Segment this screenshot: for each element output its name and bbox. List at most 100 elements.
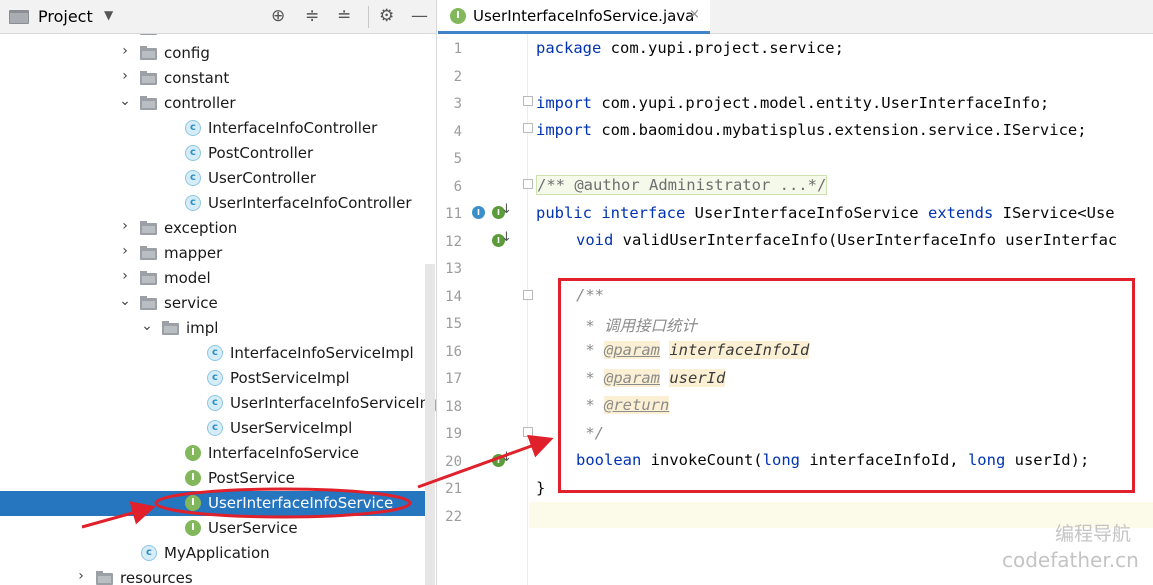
toolbar-divider (368, 6, 369, 28)
tree-item-label: exception (164, 219, 238, 237)
tree-item[interactable]: › config (0, 41, 426, 66)
fold-marker-icon[interactable] (523, 123, 533, 133)
tree-item[interactable]: ⌄ impl (0, 316, 426, 341)
tree-item-label: service (164, 294, 218, 312)
tree-item[interactable]: ⌄ controller (0, 91, 426, 116)
down-arrow-icon[interactable]: ↓ (501, 202, 512, 217)
line-number: 2 (453, 68, 462, 85)
folder-icon (140, 96, 157, 110)
tree-item-label: controller (164, 94, 236, 112)
tree-item[interactable]: c UserInterfaceInfoController (0, 191, 426, 216)
code-text: IService<Use (993, 204, 1115, 222)
tree-item-label: InterfaceInfoServiceImpl (230, 344, 414, 362)
line-number: 1 (453, 41, 462, 57)
tree-item[interactable]: c InterfaceInfoServiceImpl (0, 341, 426, 366)
tree-item[interactable]: c UserServiceImpl (0, 416, 426, 441)
tree-item[interactable]: › resources (0, 566, 426, 585)
keyword: extends (927, 204, 994, 222)
collapsed-arrow-icon[interactable]: › (118, 218, 132, 234)
collapsed-arrow-icon[interactable]: › (118, 43, 132, 59)
tree-item[interactable]: › mapper (0, 241, 426, 266)
expanded-arrow-icon[interactable]: ⌄ (118, 293, 132, 309)
tree-item-label: InterfaceInfoService (208, 444, 359, 462)
tree-item-label: PostController (208, 144, 314, 162)
locate-icon[interactable]: ⊕ (271, 6, 285, 26)
gear-icon[interactable]: ⚙ (379, 6, 394, 26)
collapsed-arrow-icon[interactable]: › (74, 568, 88, 584)
minimize-icon[interactable]: — (411, 6, 428, 26)
editor-gutter: 1 2 3 4 5 6 11 12 13 14 15 16 17 18 19 20 21 22 I I ↓ I ↓… (438, 34, 533, 585)
project-view-dropdown-icon[interactable]: ▼ (104, 8, 113, 22)
code-text: } (536, 479, 546, 497)
project-folder-icon (9, 10, 29, 24)
collapsed-arrow-icon[interactable]: › (118, 243, 132, 259)
tree-item-label: InterfaceInfoController (208, 119, 378, 137)
line-number: 13 (445, 261, 462, 277)
class-icon: c (207, 370, 223, 386)
line-number: 19 (445, 426, 462, 442)
editor-tab-bar: I UserInterfaceInfoService.java × (438, 0, 1153, 34)
collapse-all-icon[interactable]: ≐ (337, 6, 351, 26)
line-number: 18 (445, 398, 462, 415)
class-icon: c (207, 395, 223, 411)
tree-item-label: mapper (164, 244, 223, 262)
implemented-icon[interactable]: I (472, 206, 485, 219)
tree-item[interactable]: c PostServiceImpl (0, 366, 426, 391)
project-panel: ›common›config›constant⌄controllercInter… (0, 0, 437, 585)
collapsed-arrow-icon[interactable]: › (118, 268, 132, 284)
folder-icon (140, 46, 157, 60)
expanded-arrow-icon[interactable]: ⌄ (118, 93, 132, 109)
code-line: public interface UserInterfaceInfoServic… (536, 204, 1115, 222)
tree-item[interactable]: › exception (0, 216, 426, 241)
tree-item[interactable]: c UserController (0, 166, 426, 191)
class-icon: c (185, 170, 201, 186)
expanded-arrow-icon[interactable]: ⌄ (140, 318, 154, 334)
close-icon[interactable]: × (689, 7, 700, 22)
line-number: 15 (445, 316, 462, 332)
tab-userinterfaceinfoservice[interactable]: I UserInterfaceInfoService.java × (438, 0, 710, 34)
tree-item[interactable]: › model (0, 266, 426, 291)
tree-item-label: resources (120, 569, 193, 585)
code-line: void validUserInterfaceInfo(UserInterfac… (576, 231, 1117, 249)
folder-icon (162, 321, 179, 335)
line-number: 3 (453, 96, 462, 112)
fold-marker-icon[interactable] (523, 290, 533, 300)
tree-item[interactable]: I InterfaceInfoService (0, 441, 426, 466)
interface-icon: I (185, 495, 201, 511)
tree-item-label: constant (164, 69, 230, 87)
fold-marker-icon[interactable] (523, 179, 533, 189)
tree-item-selected[interactable]: I UserInterfaceInfoService (0, 491, 426, 516)
down-arrow-icon[interactable]: ↓ (501, 230, 512, 245)
project-tree: ›common›config›constant⌄controllercInter… (0, 16, 436, 585)
tree-item-label: MyApplication (164, 544, 270, 562)
folded-comment[interactable]: /** @author Administrator ...*/ (536, 175, 828, 195)
tree-item[interactable]: ⌄ service (0, 291, 426, 316)
line-number: 4 (453, 123, 462, 140)
folder-icon (96, 571, 113, 585)
tree-item[interactable]: c UserInterfaceInfoServiceImpl (0, 391, 436, 416)
folder-icon (140, 296, 157, 310)
keyword: void (576, 231, 614, 249)
tab-label: UserInterfaceInfoService.java (473, 7, 695, 25)
down-arrow-icon[interactable]: ↓ (501, 450, 512, 465)
tree-item[interactable]: c MyApplication (0, 541, 426, 566)
fold-marker-icon[interactable] (523, 96, 533, 106)
line-number: 21 (445, 481, 462, 497)
tree-item[interactable]: c PostController (0, 141, 426, 166)
tree-item[interactable]: c InterfaceInfoController (0, 116, 426, 141)
tree-item[interactable]: › constant (0, 66, 426, 91)
code-text: com.yupi.project.model.entity.UserInterf… (592, 94, 1050, 112)
tree-item-label: model (164, 269, 211, 287)
tree-item[interactable]: I PostService (0, 466, 426, 491)
expand-all-icon[interactable]: ≑ (305, 6, 319, 26)
tree-item[interactable]: I UserService (0, 516, 426, 541)
project-panel-title[interactable]: Project (38, 7, 93, 26)
tree-item-label: UserService (208, 519, 298, 537)
code-line: package com.yupi.project.service; (536, 39, 844, 57)
collapsed-arrow-icon[interactable]: › (118, 68, 132, 84)
fold-marker-icon[interactable] (523, 427, 533, 437)
keyword: import (536, 94, 592, 112)
code-line: import com.yupi.project.model.entity.Use… (536, 94, 1049, 112)
interface-icon: I (185, 520, 201, 536)
project-scrollbar[interactable] (425, 264, 435, 585)
